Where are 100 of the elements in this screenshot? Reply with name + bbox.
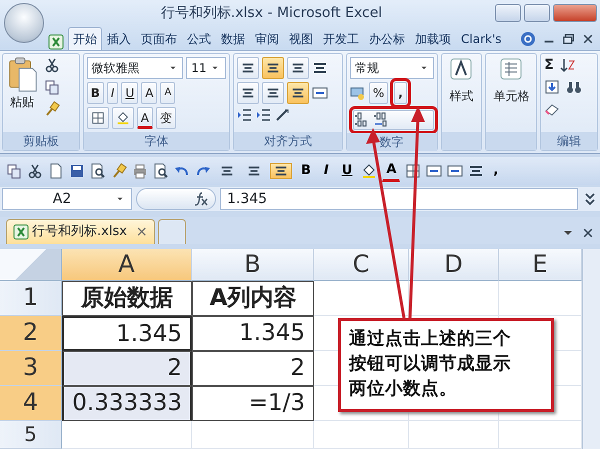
font-color-button[interactable]: A <box>382 160 400 182</box>
lines-icon <box>291 86 306 100</box>
minimize-button[interactable] <box>495 4 521 22</box>
merge-icon[interactable] <box>447 163 464 179</box>
table-cell[interactable]: 2 <box>62 351 192 386</box>
grow-font-button[interactable]: A <box>141 82 158 104</box>
sort-icon[interactable] <box>560 57 576 73</box>
binoculars-icon[interactable] <box>566 79 582 95</box>
copy-icon[interactable] <box>6 163 22 179</box>
row-header[interactable]: 4 <box>0 386 62 421</box>
phonetic-button[interactable]: 变 <box>156 107 176 129</box>
empty-cell[interactable] <box>192 421 314 449</box>
close-tab-button[interactable]: × <box>136 222 148 242</box>
empty-cell[interactable] <box>314 421 409 449</box>
align-button[interactable] <box>262 57 284 79</box>
scissors-icon[interactable] <box>44 57 60 73</box>
table-cell[interactable]: 原始数据 <box>62 281 192 316</box>
column-header[interactable]: B <box>192 249 314 281</box>
ribbon-tab[interactable]: 审阅 <box>250 27 284 50</box>
scissors-icon[interactable] <box>27 163 43 179</box>
italic-button[interactable]: I <box>106 82 118 104</box>
comma-button[interactable]: , <box>489 161 502 181</box>
printer-icon[interactable] <box>132 163 148 179</box>
align-button[interactable] <box>237 82 260 104</box>
indent-icon[interactable] <box>256 107 272 123</box>
print-preview-icon[interactable] <box>153 163 169 179</box>
underline-button[interactable]: U <box>338 161 356 181</box>
table-cell[interactable]: A列内容 <box>192 281 314 316</box>
ribbon-tab[interactable]: 办公标 <box>364 27 410 50</box>
column-header[interactable]: D <box>409 249 499 281</box>
row-header[interactable]: 1 <box>0 281 62 316</box>
table-cell[interactable]: 0.333333 <box>62 386 192 421</box>
ribbon-tab[interactable]: 开始 <box>68 27 102 50</box>
new-document-icon[interactable] <box>48 163 64 179</box>
font-size-field[interactable]: 11 <box>186 57 226 79</box>
font-name-field[interactable]: 微软雅黑 <box>86 57 184 79</box>
font-color-button[interactable]: A <box>136 107 153 129</box>
lines-icon[interactable] <box>468 163 484 179</box>
ribbon-tab[interactable]: 数据 <box>216 27 250 50</box>
align-button[interactable] <box>287 82 310 104</box>
cells-button[interactable]: 单元格 <box>489 57 534 129</box>
name-box[interactable]: A2 <box>2 188 132 210</box>
table-cell[interactable]: 2 <box>192 351 314 386</box>
currency-icon[interactable] <box>350 85 366 101</box>
print-preview-icon[interactable] <box>90 163 106 179</box>
restore-icon[interactable] <box>562 32 576 46</box>
underline-button[interactable]: U <box>121 82 138 104</box>
shrink-font-button[interactable]: A <box>160 82 176 104</box>
orientation-icon[interactable] <box>275 107 292 123</box>
border-button[interactable] <box>86 107 109 129</box>
copy-icon[interactable] <box>44 79 60 95</box>
column-header[interactable]: A <box>62 249 192 281</box>
column-header[interactable]: E <box>499 249 582 281</box>
ribbon-tab[interactable]: 插入 <box>102 27 136 50</box>
window-title: 行号和列标.xlsx - Microsoft Excel <box>160 4 384 22</box>
italic-button[interactable]: I <box>320 161 333 181</box>
row-header[interactable]: 5 <box>0 421 62 449</box>
empty-cell[interactable] <box>409 281 499 316</box>
bold-button[interactable]: B <box>297 161 315 181</box>
align-button[interactable] <box>237 57 260 79</box>
empty-cell[interactable] <box>314 281 409 316</box>
ribbon-tab[interactable]: 页面布 <box>136 27 182 50</box>
indent-icon[interactable] <box>237 107 254 123</box>
align-button[interactable] <box>262 82 284 104</box>
align-button[interactable] <box>287 57 310 79</box>
table-cell[interactable]: =1/3 <box>192 386 314 421</box>
table-cell[interactable]: 1.345 <box>192 316 314 351</box>
merge-icon[interactable] <box>426 163 442 179</box>
workbook-tab[interactable]: 行号和列标.xlsx × <box>6 219 155 244</box>
paint-bucket-icon[interactable] <box>361 163 378 179</box>
ribbon-tab[interactable]: 开发工 <box>318 27 364 50</box>
row-header[interactable]: 2 <box>0 316 62 351</box>
autosum-button[interactable]: Σ <box>544 57 554 73</box>
styles-button[interactable]: 样式 <box>444 57 478 129</box>
paste-button[interactable]: 粘贴 <box>6 57 38 129</box>
column-header[interactable]: C <box>314 249 409 281</box>
ribbon-tab[interactable]: 公式 <box>182 27 216 50</box>
row-header[interactable]: 3 <box>0 351 62 386</box>
empty-cell[interactable] <box>499 421 582 449</box>
ribbon-tab[interactable]: 视图 <box>284 27 318 50</box>
save-icon[interactable] <box>69 163 85 179</box>
scrollbar[interactable] <box>582 249 600 449</box>
office-button[interactable] <box>4 3 44 43</box>
close-icon[interactable] <box>582 33 594 45</box>
number-format-field[interactable]: 常规 <box>350 57 434 79</box>
ribbon-tab[interactable]: Clark's <box>456 27 506 50</box>
fill-down-icon[interactable] <box>544 79 560 95</box>
ribbon-tab[interactable]: 加载项 <box>410 27 456 50</box>
help-icon[interactable] <box>520 31 536 47</box>
maximize-button[interactable] <box>524 4 550 22</box>
bold-button[interactable]: B <box>86 82 104 104</box>
fill-color-button[interactable] <box>112 107 134 129</box>
align-button[interactable] <box>270 163 292 179</box>
percent-button[interactable]: % <box>368 82 388 104</box>
formula-field[interactable]: 1.345 <box>220 188 578 210</box>
empty-cell[interactable] <box>499 281 582 316</box>
table-cell[interactable]: 1.345 <box>62 316 192 351</box>
brush-icon[interactable] <box>111 163 127 179</box>
empty-cell[interactable] <box>409 421 499 449</box>
brush-icon[interactable] <box>44 101 60 117</box>
